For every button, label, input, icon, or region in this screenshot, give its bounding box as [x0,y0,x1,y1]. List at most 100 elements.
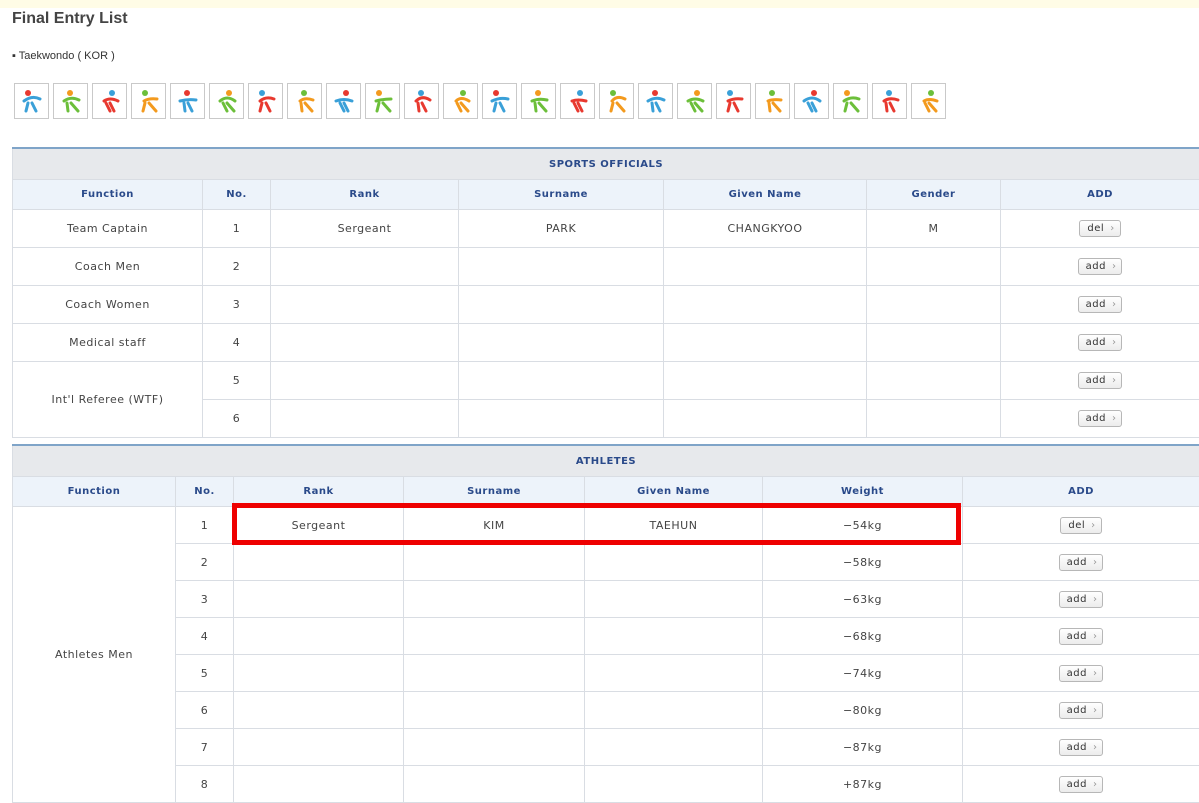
surname-cell: PARK [459,210,664,248]
wrestling-icon[interactable] [482,83,517,119]
add-button[interactable]: add› [1059,776,1104,793]
column-header: Rank [234,477,404,507]
number-cell: 5 [176,655,234,692]
add-button[interactable]: add› [1059,554,1104,571]
taekwondo-icon[interactable] [911,83,946,119]
function-cell: Medical staff [13,324,203,362]
chevron-right-icon: › [1093,742,1098,753]
column-header: Given Name [664,180,867,210]
given-name-cell [664,362,867,400]
function-cell: Athletes Men [13,507,176,803]
button-label: add [1086,337,1106,348]
add-button[interactable]: add › [1059,739,1104,756]
number-cell: 4 [176,618,234,655]
given-name-cell [664,286,867,324]
add-button[interactable]: add› [1059,665,1104,682]
button-label: add [1067,742,1087,753]
gender-cell [867,324,1001,362]
surname-cell [459,286,664,324]
diving-icon[interactable] [326,83,361,119]
section-title-officials: SPORTS OFFICIALS [13,148,1199,180]
add-cell: add› [1001,362,1199,400]
sport-icon-bar [14,83,946,119]
page-title: Final Entry List [12,10,128,28]
hockey-icon[interactable] [872,83,907,119]
table-row: Int'l Referee (WTF)5add› [13,362,1199,400]
column-header: No. [176,477,234,507]
relay-icon[interactable] [833,83,868,119]
swimming-icon[interactable] [248,83,283,119]
column-header: Function [13,180,203,210]
rank-cell [271,324,459,362]
rowing2-icon[interactable] [716,83,751,119]
add-cell: add› [963,581,1199,618]
sailing-icon[interactable] [521,83,556,119]
dance-icon[interactable] [131,83,166,119]
function-cell: Int'l Referee (WTF) [13,362,203,438]
add-button[interactable]: add› [1059,591,1104,608]
rowing-icon[interactable] [404,83,439,119]
chevron-right-icon: › [1112,337,1117,348]
add-button[interactable]: add› [1059,702,1104,719]
given-name-cell [664,248,867,286]
add-cell: del› [963,507,1199,544]
surname-cell [404,618,585,655]
button-label: add [1067,668,1087,679]
rank-cell [271,362,459,400]
delete-button[interactable]: del› [1079,220,1120,237]
surname-cell [404,729,585,766]
tennis-icon[interactable] [560,83,595,119]
add-button[interactable]: add› [1078,372,1123,389]
button-label: add [1086,299,1106,310]
judo-icon[interactable] [365,83,400,119]
kayak-icon[interactable] [677,83,712,119]
gymnastics-icon[interactable] [92,83,127,119]
add-button[interactable]: add › [1078,334,1123,351]
button-label: del [1068,520,1085,531]
number-cell: 2 [203,248,271,286]
add-button[interactable]: add› [1078,296,1123,313]
surname-cell [404,655,585,692]
boxing-icon[interactable] [53,83,88,119]
add-button[interactable]: add› [1078,258,1123,275]
delete-button[interactable]: del› [1060,517,1101,534]
chevron-right-icon: › [1110,223,1115,234]
cycling-icon[interactable] [170,83,205,119]
number-cell: 2 [176,544,234,581]
weight-cell: −58kg [763,544,963,581]
handball-icon[interactable] [794,83,829,119]
athletics-icon[interactable] [209,83,244,119]
function-cell: Coach Women [13,286,203,324]
column-header: Surname [404,477,585,507]
add-cell: add› [963,655,1199,692]
rank-cell [271,400,459,438]
chevron-right-icon: › [1093,594,1098,605]
number-cell: 1 [203,210,271,248]
surname-cell [459,362,664,400]
fencing-icon[interactable] [14,83,49,119]
fencing-pair-icon[interactable] [443,83,478,119]
shooting-icon[interactable] [287,83,322,119]
weightlifting-icon[interactable] [638,83,673,119]
table-row: Coach Men2add› [13,248,1199,286]
surname-cell [404,581,585,618]
given-name-cell [585,581,763,618]
add-button[interactable]: add› [1059,628,1104,645]
add-button[interactable]: add› [1078,410,1123,427]
button-label: add [1067,631,1087,642]
chevron-right-icon: › [1112,413,1117,424]
rank-cell [234,544,404,581]
column-header: Function [13,477,176,507]
sport-subtitle: ▪ Taekwondo ( KOR ) [12,50,115,62]
badminton-icon[interactable] [599,83,634,119]
weight-cell: −74kg [763,655,963,692]
column-header: ADD [963,477,1199,507]
gender-cell [867,286,1001,324]
rank-cell [271,248,459,286]
add-cell: add› [1001,400,1199,438]
running-icon[interactable] [755,83,790,119]
add-cell: add› [963,618,1199,655]
table-row: 3−63kgadd› [13,581,1199,618]
chevron-right-icon: › [1093,705,1098,716]
given-name-cell: CHANGKYOO [664,210,867,248]
